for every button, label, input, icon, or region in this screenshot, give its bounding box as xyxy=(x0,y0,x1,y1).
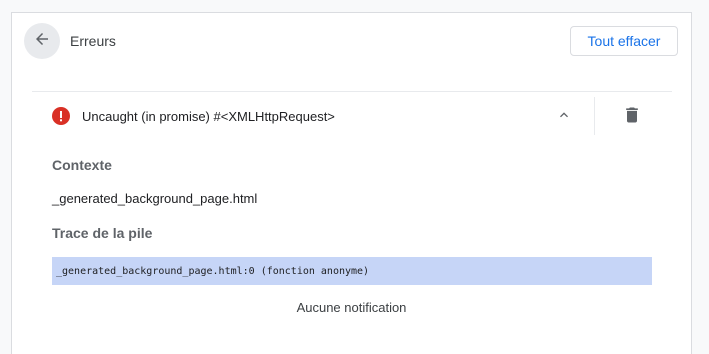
arrow-back-icon xyxy=(33,30,51,53)
error-message: Uncaught (in promise) #<XMLHttpRequest> xyxy=(82,109,335,124)
stack-frame[interactable]: _generated_background_page.html:0 (fonct… xyxy=(52,257,652,285)
page-title: Erreurs xyxy=(70,33,116,49)
context-heading: Contexte xyxy=(52,157,112,173)
clear-all-button[interactable]: Tout effacer xyxy=(570,26,678,56)
vertical-divider xyxy=(594,97,595,135)
back-button[interactable] xyxy=(24,23,60,59)
stack-trace-heading: Trace de la pile xyxy=(52,225,153,241)
header-divider xyxy=(32,91,672,92)
notification-status: Aucune notification xyxy=(296,300,407,315)
collapse-button[interactable] xyxy=(552,107,576,127)
errors-panel: Erreurs Tout effacer Uncaught (in promis… xyxy=(11,12,692,354)
chevron-up-icon xyxy=(556,107,572,128)
context-value: _generated_background_page.html xyxy=(52,191,258,206)
delete-error-button[interactable] xyxy=(620,106,644,128)
error-icon xyxy=(52,107,70,125)
trash-icon xyxy=(622,105,642,130)
